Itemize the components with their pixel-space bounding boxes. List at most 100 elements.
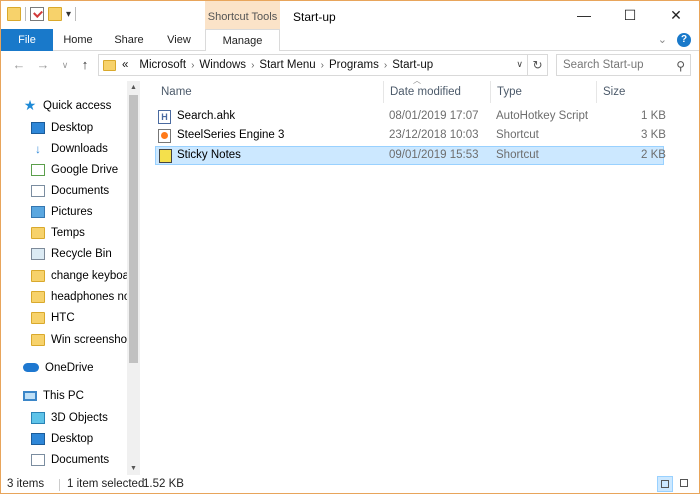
column-header-date[interactable]: Date modified <box>384 81 491 103</box>
up-button[interactable]: ↑ <box>75 55 95 75</box>
large-icons-view-button[interactable] <box>677 476 693 492</box>
tab-manage[interactable]: Manage <box>205 29 280 51</box>
recycle-bin-icon <box>31 247 45 260</box>
file-name: Sticky Notes <box>177 149 241 161</box>
column-header-size[interactable]: Size <box>597 81 664 103</box>
sidebar-item-label: Desktop <box>51 121 94 134</box>
scroll-down-icon[interactable]: ▼ <box>127 462 140 475</box>
sidebar-item-pictures[interactable]: Pictures 📌 <box>31 201 141 222</box>
table-row[interactable]: H Search.ahk 08/01/2019 17:07 AutoHotkey… <box>155 108 666 127</box>
sidebar-item-label: Documents <box>51 453 110 466</box>
chevron-right-icon[interactable]: › <box>191 60 194 71</box>
file-name: Search.ahk <box>177 110 236 122</box>
sidebar-item-label: Downloads <box>51 142 108 155</box>
refresh-button[interactable]: ↻ <box>528 54 548 76</box>
navigation-pane: ★ Quick access Desktop 📌 ↓ Downloads 📌 G… <box>1 81 141 475</box>
folder-icon <box>31 333 45 346</box>
search-input[interactable]: Search Start-up ⚲ <box>556 54 691 76</box>
sidebar-item-label: This PC <box>43 389 84 402</box>
downloads-icon: ↓ <box>31 142 45 155</box>
sidebar-item-recycle-bin[interactable]: Recycle Bin 📌 <box>31 243 141 264</box>
details-view-button[interactable] <box>657 476 673 492</box>
sidebar-item-headphones-not[interactable]: headphones not <box>31 286 127 307</box>
file-type: Shortcut <box>496 129 539 141</box>
breadcrumb-label[interactable]: Start Menu <box>259 59 315 71</box>
google-drive-icon <box>31 163 45 176</box>
file-name: SteelSeries Engine 3 <box>177 129 285 141</box>
breadcrumb-label[interactable]: Programs <box>329 59 379 71</box>
breadcrumb-overflow[interactable]: « <box>122 59 139 71</box>
scroll-up-icon[interactable]: ▲ <box>127 81 140 94</box>
sidebar-item-desktop-pc[interactable]: Desktop <box>31 428 141 449</box>
window-title: Start-up <box>293 10 336 24</box>
sidebar-item-downloads[interactable]: ↓ Downloads 📌 <box>31 138 141 159</box>
breadcrumb-windows[interactable]: Windows › <box>199 59 259 71</box>
status-bar: 3 items 1 item selected 1.52 KB <box>1 475 699 494</box>
recent-locations-button[interactable]: ∨ <box>55 55 75 75</box>
breadcrumb-label[interactable]: Windows <box>199 59 246 71</box>
breadcrumb-start-up[interactable]: Start-up <box>392 59 433 71</box>
selection-count: 1 item selected <box>67 478 145 490</box>
tab-share[interactable]: Share <box>103 29 155 51</box>
item-count: 3 items <box>7 478 45 490</box>
sidebar-item-this-pc[interactable]: This PC <box>23 385 141 406</box>
close-button[interactable]: ✕ <box>653 1 699 29</box>
back-button[interactable]: ← <box>9 55 29 75</box>
sidebar-item-3d-objects[interactable]: 3D Objects <box>31 407 141 428</box>
tab-view[interactable]: View <box>155 29 203 51</box>
explorer-window: ▾ Shortcut Tools Start-up — ☐ ✕ File Hom… <box>0 0 700 494</box>
sidebar-item-label: Temps <box>51 226 85 239</box>
sidebar-item-onedrive[interactable]: OneDrive <box>23 357 141 378</box>
column-header-name[interactable]: Name <box>155 81 384 103</box>
breadcrumb-start-menu[interactable]: Start Menu › <box>259 59 329 71</box>
file-date: 09/01/2019 15:53 <box>389 149 479 161</box>
sidebar-item-documents-pc[interactable]: Documents <box>31 449 141 470</box>
navigation-bar: ← → ∨ ↑ « Microsoft › Windows › Start Menu… <box>1 52 699 78</box>
sidebar-item-documents[interactable]: Documents 📌 <box>31 180 141 201</box>
file-date: 08/01/2019 17:07 <box>389 110 479 122</box>
tab-home[interactable]: Home <box>53 29 103 51</box>
expand-ribbon-icon[interactable]: ⌄ <box>658 33 667 47</box>
sidebar-item-quick-access[interactable]: ★ Quick access <box>23 95 141 116</box>
table-row[interactable]: SteelSeries Engine 3 23/12/2018 10:03 Sh… <box>155 127 666 146</box>
file-size: 2 KB <box>641 149 666 161</box>
sidebar-item-desktop[interactable]: Desktop 📌 <box>31 117 141 138</box>
new-folder-icon[interactable] <box>48 7 62 21</box>
column-header-type[interactable]: Type <box>491 81 597 103</box>
ribbon-tabs: File Home Share View Manage ⌄ ? <box>1 29 699 51</box>
folder-icon <box>31 226 45 239</box>
chevron-right-icon[interactable]: › <box>384 60 387 71</box>
overflow-icon[interactable]: « <box>122 59 128 71</box>
sidebar-item-win-screenshots[interactable]: Win screenshots <box>31 329 127 350</box>
customize-toolbar-icon[interactable]: ▾ <box>66 9 71 20</box>
sidebar-item-google-drive[interactable]: Google Drive 📌 <box>31 159 141 180</box>
scrollbar-thumb[interactable] <box>129 95 138 363</box>
minimize-button[interactable]: — <box>561 1 607 29</box>
table-row-selected[interactable]: Sticky Notes 09/01/2019 15:53 Shortcut 2… <box>155 146 666 165</box>
onedrive-icon <box>23 363 39 372</box>
chevron-right-icon[interactable]: › <box>321 60 324 71</box>
sidebar-item-change-keyboard[interactable]: change keyboard <box>31 265 127 286</box>
maximize-button[interactable]: ☐ <box>607 1 653 29</box>
folder-icon <box>31 290 45 303</box>
breadcrumb-label[interactable]: Microsoft <box>139 59 186 71</box>
tab-file[interactable]: File <box>1 29 53 51</box>
help-icon[interactable]: ? <box>677 33 691 47</box>
forward-button[interactable]: → <box>33 55 53 75</box>
breadcrumb-programs[interactable]: Programs › <box>329 59 392 71</box>
breadcrumb-label[interactable]: Start-up <box>392 59 433 71</box>
sidebar-item-label: Desktop <box>51 432 94 445</box>
documents-icon <box>31 184 45 197</box>
address-dropdown-icon[interactable]: ∨ <box>516 59 523 70</box>
address-bar[interactable]: « Microsoft › Windows › Start Menu › Progra… <box>98 54 528 76</box>
properties-icon[interactable] <box>30 7 44 21</box>
separator <box>75 7 77 21</box>
chevron-right-icon[interactable]: › <box>251 60 254 71</box>
desktop-icon <box>31 121 45 134</box>
sidebar-item-temps[interactable]: Temps 📌 <box>31 222 141 243</box>
navigation-scrollbar[interactable]: ▲ ▼ <box>127 81 140 475</box>
folder-icon <box>31 269 45 282</box>
breadcrumb-microsoft[interactable]: Microsoft › <box>139 59 199 71</box>
sidebar-item-htc[interactable]: HTC <box>31 307 127 328</box>
sidebar-item-label: change keyboard <box>51 269 127 282</box>
